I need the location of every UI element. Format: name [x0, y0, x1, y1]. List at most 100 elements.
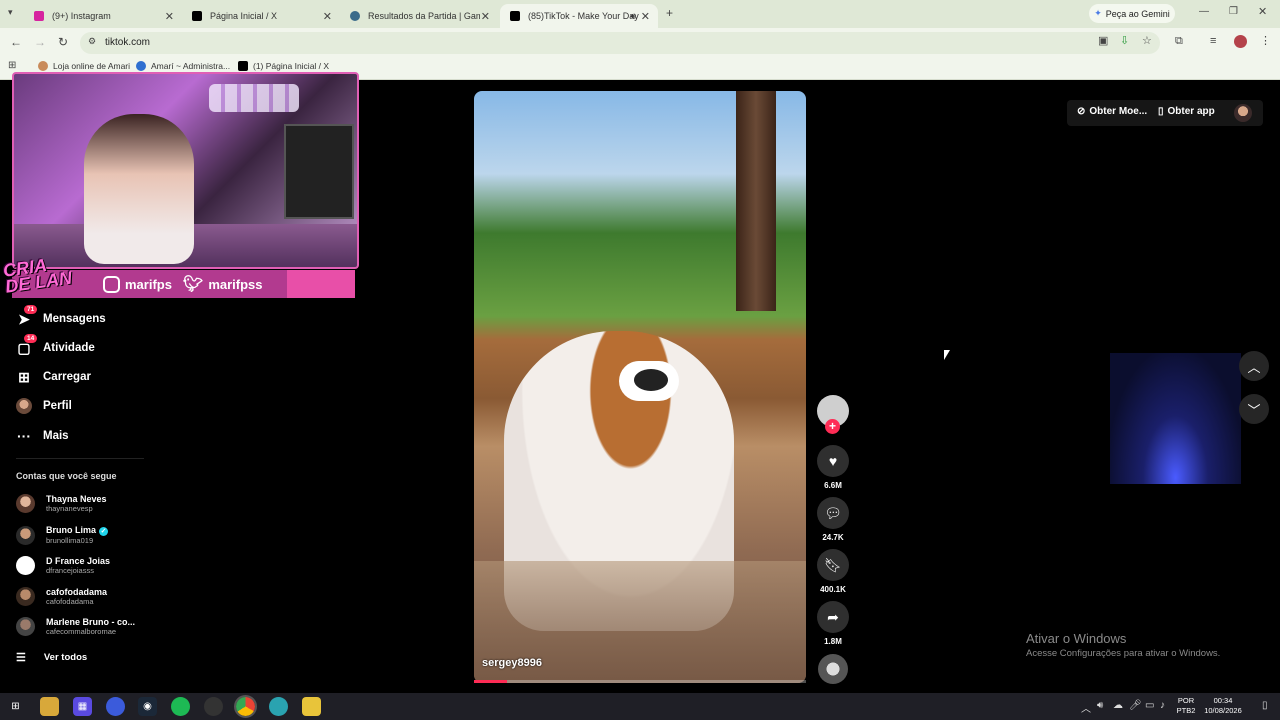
speaker-icon[interactable]: ♪ [1160, 700, 1165, 711]
avatar [16, 617, 35, 636]
share-button[interactable]: ➦ [817, 601, 849, 633]
bookmark-icon: 🔖︎ [824, 556, 842, 573]
obs-icon[interactable] [204, 697, 223, 716]
tab-tiktok[interactable]: (85)TikTok - Make Your Day 🔊︎ ✕ [500, 4, 658, 28]
install-icon[interactable]: ⇩ [1120, 36, 1129, 47]
media-controls-icon[interactable]: ≡ [1210, 36, 1216, 47]
site-info-icon[interactable]: ⚙ [88, 37, 96, 46]
likes-count: 6.6M [824, 481, 842, 490]
forward-icon[interactable]: → [34, 36, 46, 48]
back-icon[interactable]: ← [10, 36, 22, 48]
mouse-cursor-icon [944, 350, 950, 360]
discord-icon[interactable] [106, 697, 125, 716]
tab-title: Página Inicial / X [210, 11, 278, 21]
sidebar-item-activity[interactable]: ▢ 14 Atividade [16, 334, 95, 356]
sidebar-item-upload[interactable]: ⊞ Carregar [16, 369, 91, 385]
bookmark-favicon-icon [136, 61, 146, 71]
app-icon[interactable] [302, 697, 321, 716]
comment-button[interactable]: 💬︎ [817, 497, 849, 529]
video-author[interactable]: sergey8996 [482, 657, 542, 669]
window-close-icon[interactable]: ✕ [1258, 7, 1267, 18]
profile-avatar[interactable] [1234, 104, 1252, 122]
cloud-icon[interactable]: ☁ [1113, 700, 1123, 711]
upload-icon: ⊞ [18, 368, 30, 385]
get-coins-button[interactable]: ⊘ Obter Moe... [1077, 106, 1147, 117]
close-icon[interactable]: ✕ [641, 10, 650, 23]
avatar [16, 556, 35, 575]
language-indicator[interactable]: POR PTB2 [1174, 696, 1198, 716]
windows-activation-watermark: Ativar o Windows Acesse Configurações pa… [1026, 631, 1221, 659]
tab-x[interactable]: Página Inicial / X ✕ [182, 4, 340, 28]
tab-gamers[interactable]: Resultados da Partida | Gamers ✕ [340, 4, 498, 28]
phone-icon: ▯ [1158, 106, 1164, 117]
bookmark-star-icon[interactable]: ☆ [1142, 36, 1152, 47]
get-app-button[interactable]: ▯ Obter app [1158, 106, 1215, 117]
menu-icon[interactable]: ⋮ [1260, 36, 1271, 47]
steam-icon[interactable]: ◉ [138, 697, 157, 716]
see-all-button[interactable]: ☰ Ver todos [16, 651, 87, 664]
following-account[interactable]: Bruno Lima ✓ brunollima019 [16, 525, 109, 545]
network-icon[interactable]: ▭ [1145, 700, 1154, 711]
app-grid-icon[interactable]: ▦ [73, 697, 92, 716]
video-player[interactable] [474, 91, 806, 683]
spotify-icon[interactable] [171, 697, 190, 716]
following-account[interactable]: D France Joias dfrancejoiasss [16, 556, 110, 575]
address-bar[interactable] [80, 32, 1160, 54]
close-icon[interactable]: ✕ [165, 10, 174, 23]
comments-count: 24.7K [822, 533, 844, 542]
instagram-icon [103, 275, 120, 293]
app-icon[interactable] [269, 697, 288, 716]
mic-icon[interactable]: 🎤︎ [1129, 700, 1142, 711]
tiktok-favicon-icon [510, 11, 520, 21]
sidebar-item-messages[interactable]: ➤ 71 Mensagens [16, 305, 106, 327]
volume-icon[interactable]: 🔊︎ [1097, 700, 1103, 711]
x-favicon-icon [192, 11, 202, 21]
avatar [16, 494, 35, 513]
extensions-icon[interactable]: ⧉ [1175, 36, 1183, 47]
start-icon[interactable]: ⊞ [6, 697, 25, 716]
profile-avatar-icon[interactable] [1234, 35, 1247, 48]
tab-instagram[interactable]: (9+) Instagram ✕ [24, 4, 182, 28]
close-icon[interactable]: ✕ [323, 10, 332, 23]
heart-icon: ♥ [828, 453, 838, 469]
chevron-up-icon: ︿ [1247, 359, 1261, 375]
reload-icon[interactable]: ↻ [58, 36, 68, 48]
apps-grid-icon[interactable]: ⊞ [8, 61, 16, 71]
tab-title: Resultados da Partida | Gamers [368, 11, 480, 21]
save-button[interactable]: 🔖︎ [817, 549, 849, 581]
activity-badge: 14 [24, 334, 38, 343]
clock[interactable]: 00:34 10/08/2026 [1200, 696, 1246, 716]
gemini-button[interactable]: ✦ Peça ao Gemini [1089, 4, 1175, 23]
previous-video-button[interactable]: ︿ [1239, 351, 1269, 381]
shares-count: 1.8M [824, 637, 842, 646]
notification-icon[interactable]: ▯ [1262, 700, 1268, 711]
file-explorer-icon[interactable] [40, 697, 59, 716]
translate-icon[interactable]: ▣ [1098, 36, 1108, 47]
following-account[interactable]: Marlene Bruno - co... cafecommalboromae [16, 617, 135, 636]
close-icon[interactable]: ✕ [481, 10, 490, 23]
following-account[interactable]: Thayna Neves thaynanevesp [16, 494, 107, 513]
chrome-icon[interactable] [234, 695, 257, 718]
restore-icon[interactable]: ❐ [1229, 7, 1238, 17]
avatar [16, 587, 35, 606]
like-button[interactable]: ♥ [817, 445, 849, 477]
follow-plus-button[interactable]: + [825, 419, 840, 434]
sidebar-item-more[interactable]: ··· Mais [16, 428, 69, 444]
video-progress-bar[interactable] [474, 680, 806, 683]
speaker-icon[interactable]: 🔊︎ [630, 11, 636, 22]
tray-chevron-icon[interactable]: ︿ [1081, 700, 1091, 715]
sidebar-item-profile[interactable]: Perfil [16, 398, 72, 414]
gemini-icon: ✦ [1094, 8, 1102, 18]
url-text: tiktok.com [105, 37, 151, 48]
minimize-icon[interactable]: — [1199, 7, 1209, 17]
bookmark-item[interactable]: (1) Página Inicial / X [238, 61, 329, 71]
comment-icon: 💬︎ [824, 504, 842, 521]
following-account[interactable]: cafofodadama cafofodadama [16, 587, 107, 606]
bookmark-item[interactable]: Amarí ~ Administra... [136, 61, 230, 71]
tab-search-icon[interactable]: ▾ [8, 8, 13, 17]
bookmark-item[interactable]: Loja online de Amari [38, 61, 130, 71]
mini-player[interactable] [1110, 353, 1241, 484]
new-tab-button[interactable]: + [666, 7, 673, 19]
music-disc-icon[interactable] [818, 654, 848, 684]
next-video-button[interactable]: ﹀ [1239, 394, 1269, 424]
